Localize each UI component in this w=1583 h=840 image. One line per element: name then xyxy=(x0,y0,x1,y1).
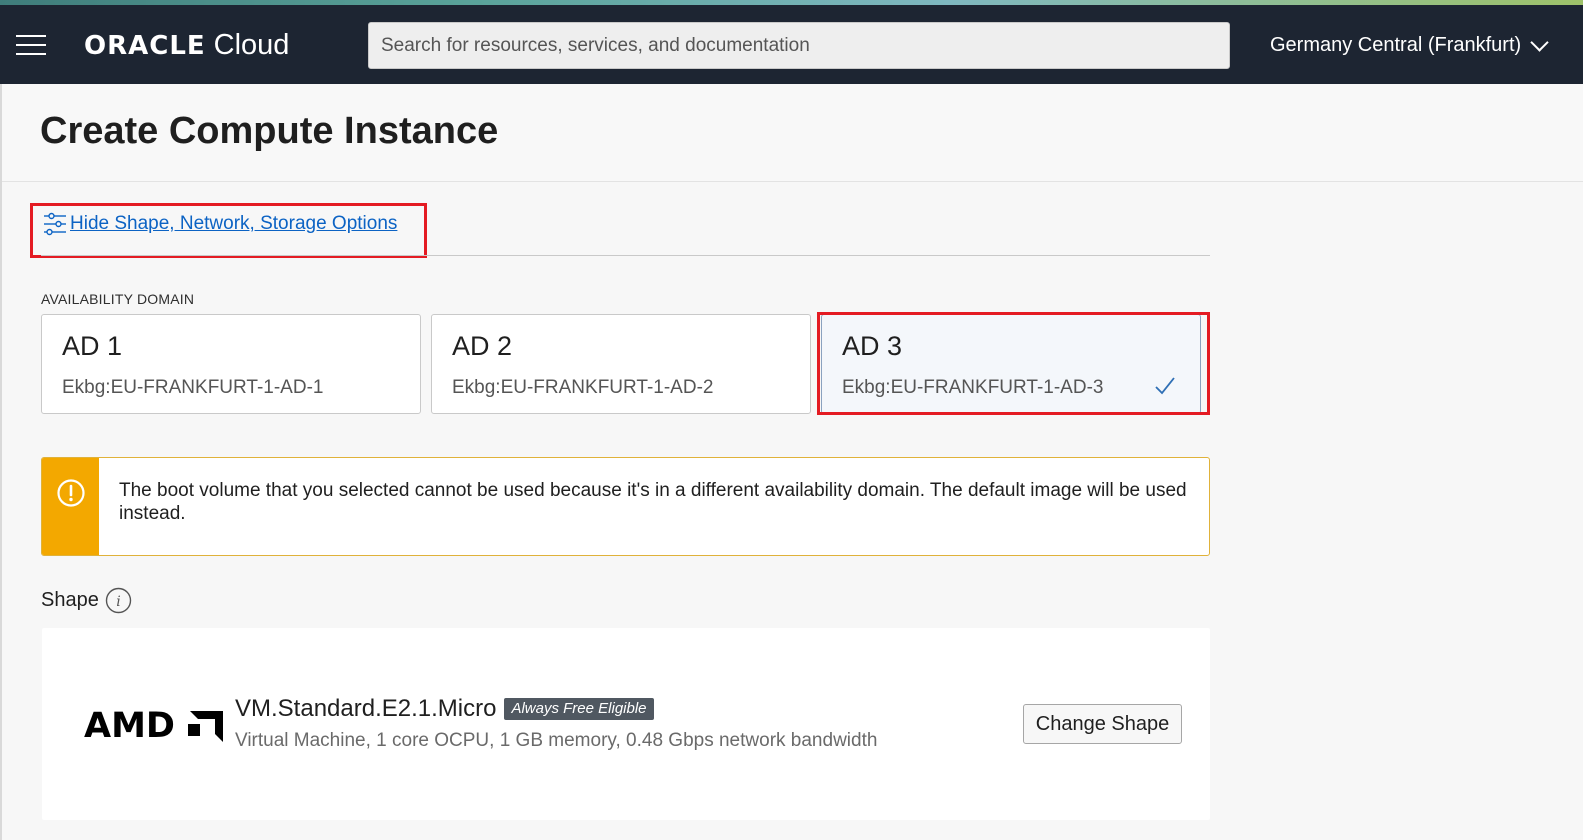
exclamation-circle-icon xyxy=(57,479,85,507)
ad-option-1[interactable]: AD 1 Ekbg:EU-FRANKFURT-1-AD-1 xyxy=(41,314,421,414)
region-label: Germany Central (Frankfurt) xyxy=(1270,34,1522,56)
availability-domain-label: AVAILABILITY DOMAIN xyxy=(41,291,195,307)
sliders-icon xyxy=(44,212,66,236)
shape-label-text: Shape xyxy=(41,589,99,611)
product-name: Cloud xyxy=(213,29,290,61)
ad-selection-highlight xyxy=(817,312,1210,415)
ad-option-2[interactable]: AD 2 Ekbg:EU-FRANKFURT-1-AD-2 xyxy=(431,314,811,414)
warning-banner: The boot volume that you selected cannot… xyxy=(41,457,1210,556)
amd-logo: AMD xyxy=(84,708,223,742)
ad-name: AD 2 xyxy=(452,331,513,361)
ad-identifier: Ekbg:EU-FRANKFURT-1-AD-2 xyxy=(452,377,714,398)
section-divider xyxy=(41,255,1210,256)
shape-description: Virtual Machine, 1 core OCPU, 1 GB memor… xyxy=(235,730,878,751)
region-selector[interactable]: Germany Central (Frankfurt) xyxy=(1270,32,1549,57)
warning-accent-bar xyxy=(42,458,99,555)
ad-identifier: Ekbg:EU-FRANKFURT-1-AD-1 xyxy=(62,377,324,398)
advanced-options-link-label: Hide Shape, Network, Storage Options xyxy=(70,213,398,234)
info-icon[interactable]: i xyxy=(105,587,132,614)
always-free-badge: Always Free Eligible xyxy=(504,698,654,720)
change-shape-button[interactable]: Change Shape xyxy=(1023,704,1182,744)
brand-name: ORACLE xyxy=(84,31,206,61)
warning-message: The boot volume that you selected cannot… xyxy=(119,480,1187,524)
shape-card: AMD VM.Standard.E2.1.Micro Always Free E… xyxy=(42,628,1210,820)
page-title: Create Compute Instance xyxy=(40,110,499,152)
hamburger-menu-icon[interactable] xyxy=(16,33,46,57)
ad-name: AD 1 xyxy=(62,331,123,361)
shape-section-label: Shape i xyxy=(41,587,132,614)
hide-advanced-options-link[interactable]: Hide Shape, Network, Storage Options xyxy=(42,211,397,237)
shape-name: VM.Standard.E2.1.Micro xyxy=(235,695,497,722)
top-navigation-bar: ORACLE Cloud Germany Central (Frankfurt) xyxy=(0,5,1583,84)
oracle-cloud-logo[interactable]: ORACLE Cloud xyxy=(84,29,289,63)
search-input[interactable] xyxy=(368,22,1230,69)
svg-text:i: i xyxy=(116,594,120,610)
shape-name-row: VM.Standard.E2.1.Micro Always Free Eligi… xyxy=(235,695,654,723)
chevron-down-icon xyxy=(1530,32,1549,52)
amd-logo-text: AMD xyxy=(84,708,175,742)
